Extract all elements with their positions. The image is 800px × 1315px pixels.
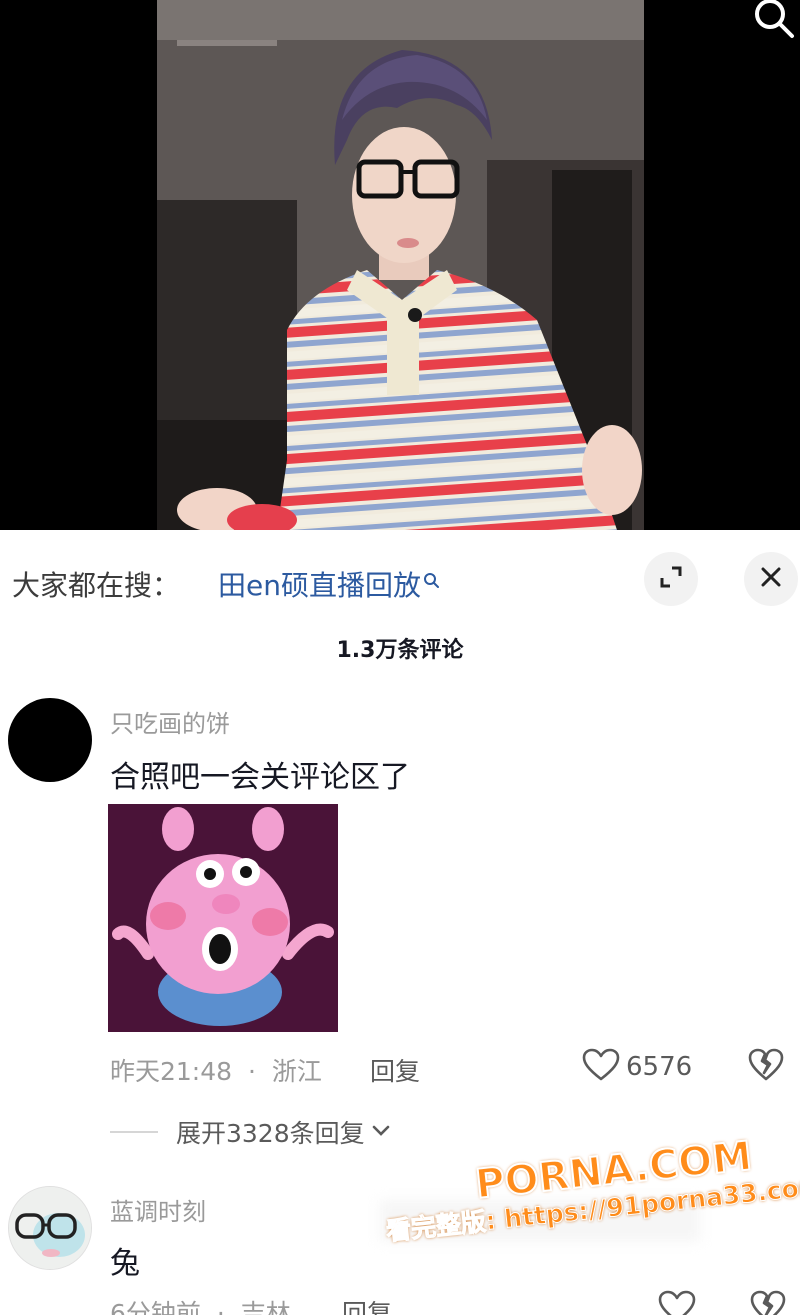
comment-username[interactable]: 只吃画的饼	[110, 704, 230, 739]
comment-count-title: 1.3万条评论	[336, 638, 464, 663]
heart-icon	[658, 1290, 696, 1315]
search-suggestion-link[interactable]: 田en硕直播回放	[218, 564, 439, 604]
comment-time: 昨天21:48	[110, 1057, 233, 1086]
broken-heart-icon[interactable]	[750, 1290, 786, 1315]
comment-location: 浙江	[271, 1057, 322, 1086]
meta-separator: ·	[248, 1057, 256, 1086]
avatar-illustration	[9, 1187, 91, 1269]
broken-heart-icon[interactable]	[748, 1048, 784, 1086]
heart-icon	[582, 1048, 620, 1086]
pig-sticker-illustration	[108, 804, 338, 1032]
expand-button[interactable]	[644, 552, 698, 606]
search-suggestion-prefix: 大家都在搜：	[12, 569, 181, 602]
comment-meta: 昨天21:48 · 浙江	[110, 1052, 322, 1088]
comment-sticker-image[interactable]	[108, 804, 338, 1032]
search-icon	[423, 564, 439, 597]
video-frame	[157, 0, 644, 530]
video-still-image	[157, 0, 644, 530]
expand-replies-label: 展开3328条回复	[176, 1119, 365, 1148]
expand-replies-divider	[110, 1131, 158, 1133]
like-count: 6576	[626, 1052, 693, 1082]
comment-time: 6分钟前	[110, 1299, 201, 1315]
meta-separator: ·	[216, 1299, 225, 1315]
avatar[interactable]	[8, 1186, 92, 1270]
video-player[interactable]	[0, 0, 800, 530]
comment-location: 吉林	[240, 1299, 291, 1315]
search-suggestion-query: 田en硕直播回放	[218, 569, 421, 602]
search-icon[interactable]	[748, 0, 800, 44]
comment-meta: 6分钟前 · 吉林	[110, 1294, 291, 1315]
comment-text: 兔	[110, 1246, 140, 1281]
like-button[interactable]: 6576	[582, 1048, 692, 1086]
close-button[interactable]	[744, 552, 798, 606]
reply-button[interactable]: 回复	[342, 1294, 392, 1315]
close-icon	[760, 566, 782, 592]
expand-replies-button[interactable]: 展开3328条回复	[110, 1114, 391, 1150]
avatar[interactable]	[8, 698, 92, 782]
reply-button[interactable]: 回复	[370, 1052, 420, 1088]
expand-icon	[658, 564, 684, 594]
chevron-down-icon	[371, 1123, 391, 1142]
comment-username[interactable]: 蓝调时刻	[110, 1192, 206, 1227]
like-button[interactable]	[658, 1290, 696, 1315]
comment-text: 合照吧一会关评论区了	[110, 760, 410, 795]
